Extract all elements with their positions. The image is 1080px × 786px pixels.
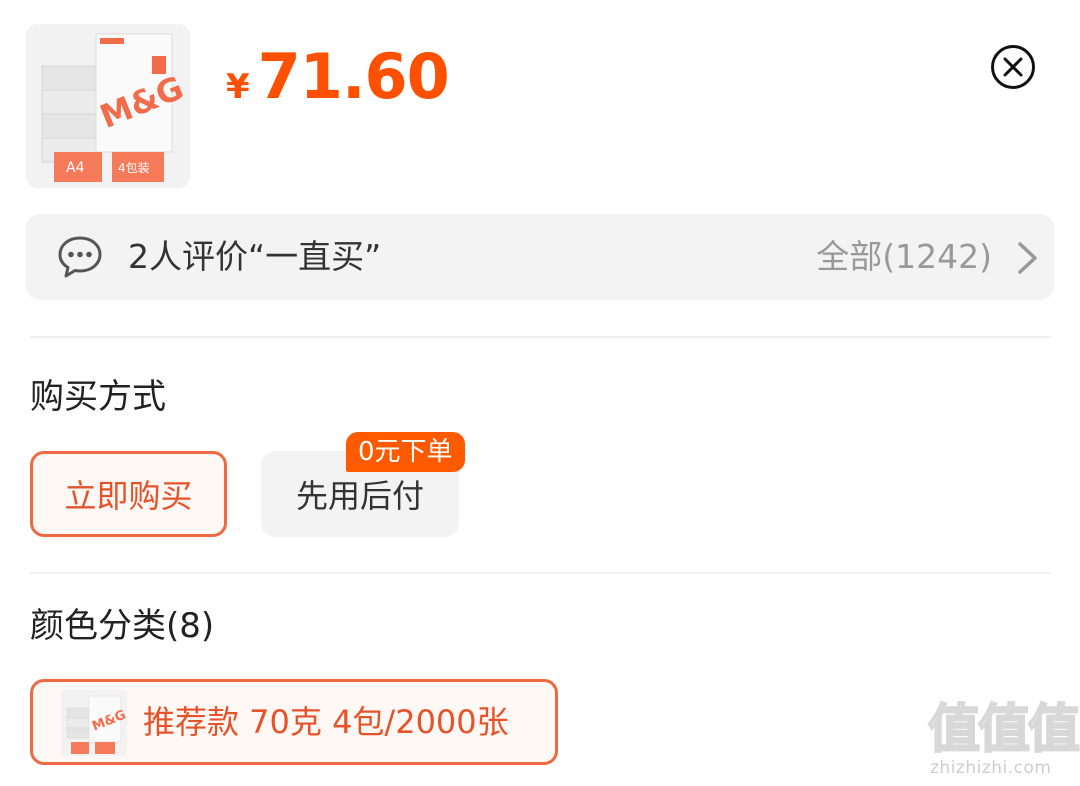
paper-pack-image: M&G A4 4包装 [26,24,190,188]
chat-bubble-icon [58,236,102,278]
all-reviews-link[interactable]: 全部(1242) [816,236,992,278]
chevron-right-icon [1018,242,1037,274]
variant-thumbnail: M&G [61,690,127,756]
price: ¥ 71.60 [226,40,450,113]
watermark-logo: 值值值 [927,700,1080,760]
product-thumbnail[interactable]: M&G A4 4包装 [26,24,190,188]
sku-selection-panel: M&G A4 4包装 ¥ 71.60 2人评价“一直买” 全部(1242) 购买… [0,0,1080,786]
paper-pack-image: M&G [61,690,127,756]
price-value: 71.60 [257,40,450,113]
option-buy-now-label: 立即购买 [64,477,193,515]
close-button[interactable] [990,44,1036,90]
site-watermark: 值值值 zhizhizhi.com [926,700,1080,784]
variant-option-recommended[interactable]: M&G 推荐款 70克 4包/2000张 [30,679,558,765]
currency-symbol: ¥ [226,67,250,107]
pack-tag: 4包装 [118,161,150,175]
variant-label: 推荐款 70克 4包/2000张 [143,703,509,741]
review-summary-bar[interactable]: 2人评价“一直买” 全部(1242) [26,214,1054,300]
size-tag: A4 [66,160,85,176]
purchase-method-title: 购买方式 [30,377,166,417]
option-pay-later-label: 先用后付 [295,477,424,515]
watermark-url: zhizhizhi.com [930,758,1052,778]
zero-down-badge: 0元下单 [346,432,465,472]
option-buy-now[interactable]: 立即购买 [30,451,227,537]
review-summary-text: 2人评价“一直买” [128,237,382,276]
divider [30,336,1051,338]
close-icon [991,45,1035,89]
color-category-title: 颜色分类(8) [30,606,215,646]
divider [30,572,1051,574]
